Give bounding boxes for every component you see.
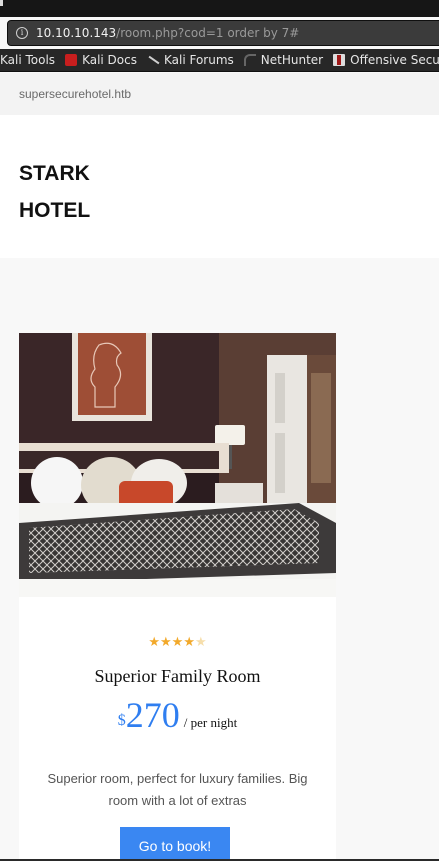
room-card: ★★★★★ Superior Family Room $270 / per ni… [19, 597, 336, 861]
bookmark-label: NetHunter [260, 53, 324, 67]
room-price: $270 / per night [19, 694, 336, 736]
info-icon[interactable]: i [16, 27, 28, 39]
window-titlebar [0, 0, 439, 17]
url-text[interactable]: 10.10.10.143/room.php?cod=1 order by 7# [36, 26, 299, 40]
url-path: /room.php?cod=1 order by 7# [116, 26, 300, 40]
star-icon: ★ [183, 635, 195, 650]
star-icon: ★ [171, 635, 184, 650]
bookmarks-toolbar: Kali Tools Kali Docs Kali Forums NetHunt… [0, 49, 439, 72]
bookmark-kali-tools[interactable]: Kali Tools [0, 53, 55, 67]
star-icon: ★ [160, 635, 172, 650]
room-description: Superior room, perfect for luxury famili… [47, 771, 308, 808]
price-unit: / per night [183, 715, 238, 730]
rating-stars: ★★★★★ [19, 635, 336, 650]
brand-line-1: STARK [19, 162, 90, 185]
bookmark-offensive-security[interactable]: Offensive Secu [333, 53, 439, 67]
bookmark-label: Kali Tools [0, 53, 56, 67]
window-edge [0, 0, 3, 6]
room-photo-graphic [19, 333, 336, 597]
bookmark-label: Offensive Secu [350, 53, 439, 67]
site-logo[interactable]: STARK HOTEL [19, 155, 90, 229]
star-outline-icon: ★ [194, 635, 207, 650]
bookmark-label: Kali Forums [164, 53, 234, 67]
nethunter-icon [243, 54, 256, 66]
bookmark-kali-forums[interactable]: Kali Forums [147, 53, 234, 67]
star-icon: ★ [148, 635, 161, 650]
brand-line-2: HOTEL [19, 199, 91, 222]
bookmark-nethunter[interactable]: NetHunter [243, 53, 324, 67]
room-photo[interactable] [19, 333, 336, 597]
bookmark-kali-docs[interactable]: Kali Docs [65, 53, 137, 67]
site-topbar: supersecurehotel.htb [0, 73, 439, 115]
brand-section: STARK HOTEL [0, 115, 439, 258]
address-bar[interactable]: i 10.10.10.143/room.php?cod=1 order by 7… [7, 20, 439, 46]
book-button[interactable]: Go to book! [120, 827, 230, 861]
kali-docs-icon [65, 54, 78, 66]
url-host: 10.10.10.143 [36, 26, 117, 40]
offensive-security-icon [333, 54, 346, 66]
kali-forums-icon [147, 54, 159, 66]
price-amount: 270 [125, 695, 180, 735]
bookmark-label: Kali Docs [82, 53, 137, 67]
site-domain[interactable]: supersecurehotel.htb [19, 87, 131, 101]
price-currency: $ [117, 712, 126, 729]
room-title: Superior Family Room [94, 666, 261, 686]
